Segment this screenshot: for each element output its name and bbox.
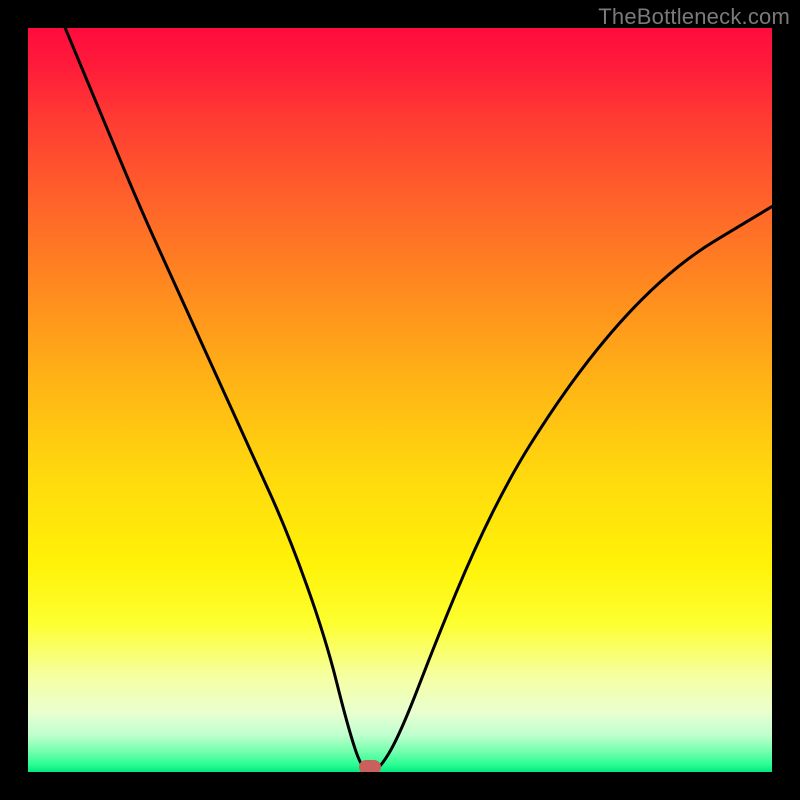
watermark-text: TheBottleneck.com [598,4,790,30]
bottleneck-curve [28,28,772,772]
chart-frame: TheBottleneck.com [0,0,800,800]
minimum-marker [359,760,381,772]
plot-area [28,28,772,772]
